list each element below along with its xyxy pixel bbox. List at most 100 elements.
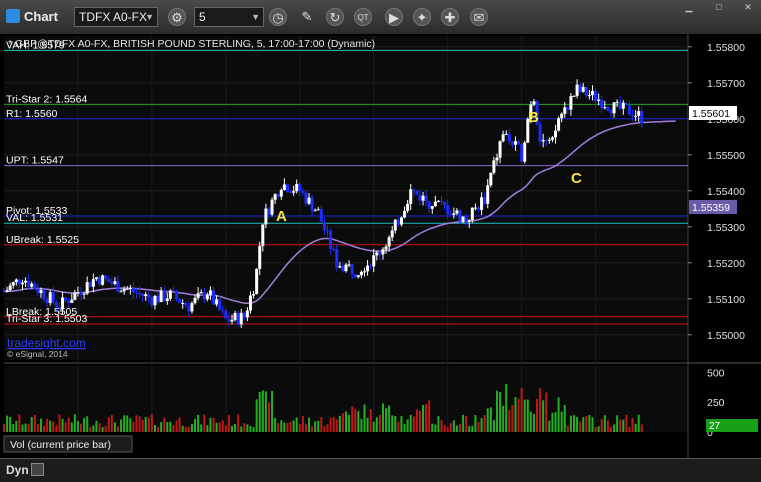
volume-bar — [178, 417, 181, 432]
volume-bar — [150, 414, 153, 432]
volume-bar — [613, 424, 616, 432]
maximize-icon[interactable]: □ — [712, 3, 726, 12]
link-icon[interactable] — [31, 463, 44, 476]
volume-bar — [591, 417, 594, 432]
volume-bar — [329, 418, 332, 432]
volume-bar — [425, 403, 428, 432]
y-tick-label: 1.55200 — [707, 258, 745, 270]
chevron-down-icon[interactable]: ▼ — [145, 8, 154, 26]
volume-bar — [181, 425, 184, 432]
candle-body — [372, 255, 376, 267]
close-icon[interactable]: ✕ — [741, 3, 755, 12]
draw-tool-icon[interactable]: ✦ — [413, 8, 431, 26]
candle-body — [594, 90, 598, 102]
clock-icon[interactable]: ◷ — [269, 8, 287, 26]
candle-body — [464, 216, 468, 222]
annotation-c: C — [571, 170, 582, 187]
y-tick-label: 1.55100 — [707, 294, 745, 306]
volume-bar — [184, 426, 187, 432]
candle-body — [406, 203, 410, 211]
volume-bar — [554, 412, 557, 432]
volume-bar — [83, 418, 86, 432]
minimize-icon[interactable]: ▁ — [682, 3, 696, 12]
candle-body — [30, 283, 34, 287]
candle-body — [378, 252, 382, 255]
candle-body — [218, 299, 222, 310]
candle-body — [242, 312, 246, 318]
volume-bar — [502, 405, 505, 432]
volume-bar — [569, 415, 572, 432]
candle-body — [396, 219, 400, 225]
volume-bar — [141, 419, 144, 432]
candle-body — [446, 205, 450, 215]
volume-bar — [3, 424, 5, 432]
volume-bar — [212, 417, 215, 432]
volume-bar — [194, 418, 197, 432]
volume-bar — [459, 423, 461, 432]
volume-bar — [406, 419, 409, 432]
crosshair-icon[interactable]: ✚ — [441, 8, 459, 26]
candle-body — [563, 107, 567, 114]
volume-bar — [440, 420, 443, 432]
volume-bar — [190, 424, 193, 432]
volume-bar — [258, 391, 261, 432]
volume-bar — [576, 416, 579, 432]
volume-bar — [616, 415, 619, 432]
volume-bar — [489, 407, 492, 432]
candle-body — [261, 224, 265, 247]
volume-bar — [80, 423, 83, 432]
candle-body — [427, 201, 431, 209]
candle-body — [162, 290, 166, 301]
price-chart[interactable]: VAH: 1.5579Tri-Star 2: 1.5564R1: 1.5560U… — [0, 34, 761, 458]
candle-body — [569, 96, 573, 110]
y-tick-label: 1.55700 — [707, 78, 745, 90]
candle-body — [541, 140, 545, 142]
y-tick-label: 1.55800 — [707, 42, 745, 54]
candle-body — [443, 201, 447, 206]
candle-body — [631, 114, 635, 117]
candle-body — [193, 297, 197, 304]
symbol-input[interactable]: TDFX A0-FX ▼ — [74, 7, 158, 27]
candle-body — [319, 209, 323, 222]
volume-bar — [634, 423, 637, 432]
volume-label: Vol (current price bar) — [10, 439, 111, 451]
candle-body — [603, 107, 607, 109]
candle-body — [350, 264, 354, 275]
volume-bar — [261, 390, 264, 432]
candle-body — [128, 288, 132, 290]
candle-body — [85, 282, 89, 294]
dyn-label[interactable]: Dyn — [6, 463, 29, 477]
comment-icon[interactable]: ✉ — [470, 8, 488, 26]
volume-bar — [637, 414, 640, 432]
pencil-icon[interactable]: ✎ — [298, 8, 316, 26]
candle-body — [252, 293, 256, 296]
interval-input[interactable]: 5 ▼ — [194, 7, 264, 27]
volume-bar — [548, 420, 551, 432]
candle-body — [215, 299, 219, 305]
level-label: UBreak: 1.5525 — [6, 234, 79, 246]
ma-value-label: 1.55359 — [692, 202, 730, 214]
volume-bar — [76, 421, 79, 432]
volume-bar — [73, 414, 76, 432]
chart-title: * GBP@TDFX A0-FX, BRITISH POUND STERLING… — [8, 38, 375, 50]
volume-bar — [234, 424, 237, 432]
candle-body — [138, 292, 142, 294]
volume-bar — [480, 418, 483, 432]
candle-body — [424, 195, 428, 202]
volume-bar — [600, 418, 603, 432]
volume-bar — [628, 427, 631, 432]
volume-bar — [566, 425, 569, 432]
play-icon[interactable]: ▶ — [385, 8, 403, 26]
volume-bar — [289, 421, 292, 432]
candle-body — [236, 313, 240, 325]
volume-bar — [397, 421, 400, 432]
volume-bar — [160, 422, 163, 432]
refresh-icon[interactable]: ↻ — [326, 8, 344, 26]
candle-body — [212, 290, 216, 305]
candle-body — [285, 184, 289, 193]
link-icon[interactable]: ⚙ — [168, 8, 186, 26]
chevron-down-icon[interactable]: ▼ — [251, 8, 260, 26]
volume-bar — [206, 425, 209, 432]
quote-icon[interactable]: QT — [354, 8, 372, 26]
candle-body — [458, 210, 462, 222]
